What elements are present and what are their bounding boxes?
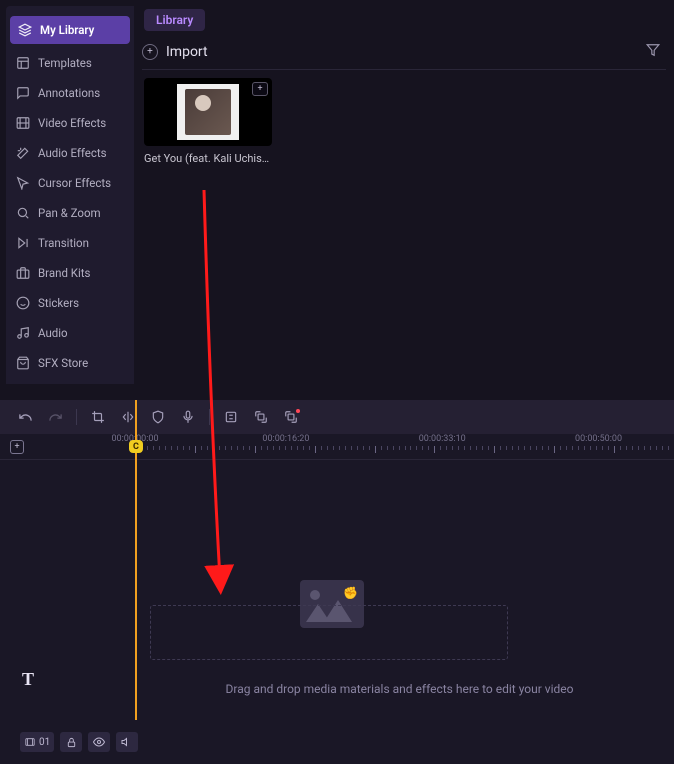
dropzone[interactable] [150,605,508,660]
sidebar-item-label: Brand Kits [38,266,91,280]
smiley-icon [16,296,30,310]
sidebar-item-label: My Library [40,23,94,37]
dropzone-hint: Drag and drop media materials and effect… [135,682,664,696]
sidebar-item-label: Pan & Zoom [38,206,101,220]
timeline-bottom-bar: 01 [0,720,674,764]
music-icon [16,326,30,340]
ruler-label: 00:00:16:20 [262,434,309,444]
playhead[interactable]: C [135,400,137,720]
mute-button[interactable] [116,732,138,752]
track-count-button[interactable]: 01 [20,732,54,752]
sidebar-item-brand-kits[interactable]: Brand Kits [6,258,134,288]
add-to-timeline-icon[interactable]: + [252,82,268,96]
sidebar-item-sfx-store[interactable]: SFX Store [6,348,134,378]
shield-button[interactable] [145,404,171,430]
speech-icon [16,86,30,100]
sidebar-item-my-library[interactable]: My Library [10,16,130,44]
timeline-toolbar [0,400,674,434]
ruler-label: 00:00:33:10 [419,434,466,444]
crop-button[interactable] [85,404,111,430]
sidebar-item-annotations[interactable]: Annotations [6,78,134,108]
undo-button[interactable] [12,404,38,430]
alert-dot-icon [296,409,300,413]
media-name: Get You (feat. Kali Uchis).mp4 [144,152,272,165]
sidebar-item-pan-zoom[interactable]: Pan & Zoom [6,198,134,228]
sidebar-item-audio[interactable]: Audio [6,318,134,348]
sidebar-item-label: Audio [38,326,68,340]
shop-icon [16,356,30,370]
time-ruler[interactable]: 00:00:00:00 00:00:16:20 00:00:33:10 00:0… [135,434,674,460]
sidebar-item-stickers[interactable]: Stickers [6,288,134,318]
sidebar: My Library Templates Annotations Video E… [6,6,134,384]
visibility-button[interactable] [88,732,110,752]
text-track-button[interactable]: T [22,669,34,690]
transition-icon [16,236,30,250]
sidebar-item-audio-effects[interactable]: Audio Effects [6,138,134,168]
sidebar-item-templates[interactable]: Templates [6,48,134,78]
library-panel: Library + Import + Get You (feat. Kali U… [134,0,674,390]
redo-button[interactable] [42,404,68,430]
media-item[interactable]: + Get You (feat. Kali Uchis).mp4 [144,78,272,165]
cursor-icon [16,176,30,190]
marker-button[interactable] [218,404,244,430]
grab-icon: ✊ [343,586,358,600]
panzoom-icon [16,206,30,220]
track-count-label: 01 [39,737,50,748]
ruler-label: 00:00:50:00 [575,434,622,444]
wand-icon [16,146,30,160]
layout-icon [16,56,30,70]
tracks-area[interactable]: T ✊ Drag and drop media materials and ef… [0,460,674,720]
sidebar-item-transition[interactable]: Transition [6,228,134,258]
filter-icon[interactable] [646,43,666,61]
sidebar-item-label: Annotations [38,86,100,100]
sidebar-item-label: Stickers [38,296,79,310]
import-label: Import [166,44,208,60]
tab-library[interactable]: Library [144,9,205,31]
voiceover-button[interactable] [175,404,201,430]
briefcase-icon [16,266,30,280]
sidebar-item-label: Audio Effects [38,146,107,160]
plus-circle-icon: + [142,44,158,60]
sidebar-item-label: Cursor Effects [38,176,111,190]
sidebar-item-cursor-effects[interactable]: Cursor Effects [6,168,134,198]
sidebar-item-label: Video Effects [38,116,106,130]
playhead-knob[interactable]: C [129,440,143,453]
sidebar-item-video-effects[interactable]: Video Effects [6,108,134,138]
sidebar-item-label: Templates [38,56,92,70]
film-icon [16,116,30,130]
group-button[interactable] [248,404,274,430]
layers-icon [18,23,32,37]
add-track-button[interactable]: + [10,440,24,454]
lock-button[interactable] [60,732,82,752]
sidebar-item-label: Transition [38,236,89,250]
timeline-area: + 00:00:00:00 00:00:16:20 00:00:33:10 00… [0,400,674,764]
split-button[interactable] [115,404,141,430]
group-alert-button[interactable] [278,404,304,430]
import-button[interactable]: + Import [142,44,208,60]
media-thumbnail[interactable]: + [144,78,272,146]
sidebar-item-label: SFX Store [38,356,88,370]
